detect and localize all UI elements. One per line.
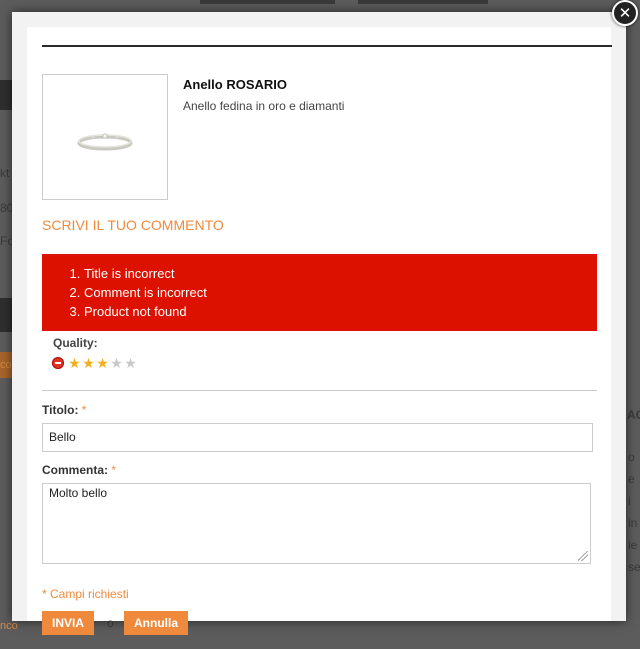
bg-tab [358, 0, 488, 4]
top-divider [42, 45, 612, 47]
bg-text: se [628, 560, 640, 574]
bg-bar [0, 298, 12, 332]
cancel-button[interactable]: Annulla [124, 611, 188, 635]
bg-text: i [628, 494, 631, 508]
comment-label-text: Commenta: [42, 463, 109, 477]
error-messages: Title is incorrect Comment is incorrect … [42, 254, 597, 331]
product-name: Anello ROSARIO [183, 77, 288, 92]
bg-text: kt [0, 166, 10, 180]
star-icon[interactable]: ★ [96, 356, 109, 370]
product-image [42, 74, 168, 200]
comment-text: Molto bello [49, 486, 108, 500]
submit-button[interactable]: INVIA [42, 611, 94, 635]
close-icon[interactable]: ✕ [612, 0, 638, 26]
comment-label: Commenta: * [42, 463, 116, 477]
star-icon[interactable]: ★ [110, 356, 123, 370]
required-marker: * [111, 463, 117, 477]
quality-label: Quality: [53, 336, 98, 350]
title-input[interactable]: Bello [42, 423, 593, 452]
modal-content: Anello ROSARIO Anello fedina in oro e di… [27, 27, 612, 635]
bg-tab [200, 0, 335, 4]
title-label: Titolo: * [42, 403, 86, 417]
ring-image [77, 133, 133, 151]
resize-handle-icon[interactable] [578, 551, 588, 561]
error-item: Title is incorrect [84, 264, 597, 283]
bg-text: in [628, 516, 638, 530]
bg-bar [0, 80, 12, 110]
or-separator: o [107, 616, 114, 630]
error-item: Comment is incorrect [84, 283, 597, 302]
section-title: SCRIVI IL TUO COMMENTO [42, 217, 224, 233]
quality-rating: ★ ★ ★ ★ ★ [52, 356, 137, 370]
error-item: Product not found [84, 302, 597, 321]
bg-text: co [0, 359, 12, 371]
required-fields-note: * Campi richiesti [42, 587, 129, 601]
star-icon[interactable]: ★ [124, 356, 137, 370]
bg-text: e [628, 472, 635, 486]
bg-text: nco [0, 620, 18, 632]
bg-text: AC [627, 408, 640, 422]
product-description: Anello fedina in oro e diamanti [183, 99, 345, 113]
clear-rating-icon[interactable] [52, 357, 64, 369]
required-marker: * [81, 403, 87, 417]
star-icon[interactable]: ★ [82, 356, 95, 370]
comment-textarea[interactable]: Molto bello [42, 483, 591, 564]
star-icon[interactable]: ★ [68, 356, 81, 370]
review-modal: Anello ROSARIO Anello fedina in oro e di… [12, 12, 626, 635]
form-divider [42, 390, 597, 391]
bg-text: ie [628, 538, 638, 552]
title-label-text: Titolo: [42, 403, 79, 417]
bg-text: o [628, 450, 635, 464]
